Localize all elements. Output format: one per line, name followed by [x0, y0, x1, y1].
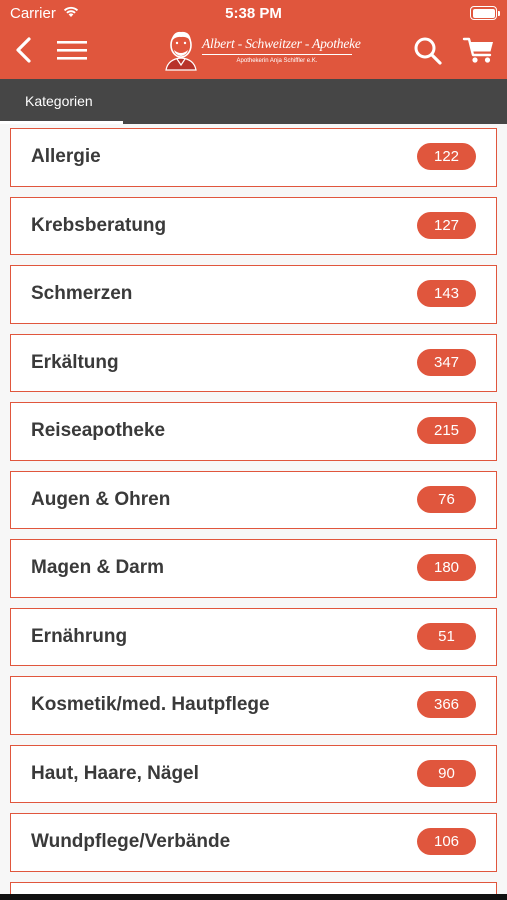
bottom-bar — [0, 894, 507, 900]
back-icon[interactable] — [10, 34, 40, 66]
category-item[interactable]: Haut, Haare, Nägel 90 — [10, 744, 497, 803]
category-count-badge: 366 — [417, 691, 476, 718]
search-icon[interactable] — [412, 35, 444, 67]
category-label: Kosmetik/med. Hautpflege — [31, 694, 270, 716]
tab-bar: Kategorien — [0, 79, 507, 124]
category-count-badge: 76 — [417, 485, 476, 513]
clock: 5:38 PM — [225, 5, 282, 22]
app-header: Carrier 5:38 PM Albert - Schweitzer - Ap… — [0, 0, 507, 79]
logo-title: Albert - Schweitzer - Apotheke — [202, 36, 361, 55]
category-label: Schmerzen — [31, 283, 133, 305]
nav-bar: Albert - Schweitzer - Apotheke Apotheker… — [0, 28, 507, 79]
menu-icon[interactable] — [55, 36, 89, 64]
category-item[interactable]: Augen & Ohren 76 — [10, 470, 497, 529]
category-count-badge: 106 — [417, 828, 476, 855]
tab-kategorien[interactable]: Kategorien — [0, 79, 123, 124]
category-count-badge: 347 — [417, 348, 476, 376]
category-item[interactable]: Schmerzen 143 — [10, 265, 497, 324]
logo-portrait-icon — [165, 31, 197, 71]
category-count-badge: 180 — [417, 554, 476, 581]
category-label: Reiseapotheke — [31, 420, 166, 442]
pharmacy-logo[interactable]: Albert - Schweitzer - Apotheke Apotheker… — [160, 28, 361, 76]
category-label: Allergie — [31, 146, 101, 168]
category-list-inner: Allergie 122 Krebsberatung 127 Schmerzen 143 E… — [0, 124, 507, 900]
category-item[interactable]: Erkältung 347 — [10, 333, 497, 392]
category-item[interactable]: Reiseapotheke 215 — [10, 402, 497, 461]
category-count-badge: 122 — [417, 143, 476, 170]
category-item[interactable]: Kosmetik/med. Hautpflege 366 — [10, 676, 497, 735]
category-label: Magen & Darm — [31, 557, 165, 579]
category-list[interactable]: Allergie 122 Krebsberatung 127 Schmerzen 143 E… — [0, 124, 507, 900]
category-count-badge: 90 — [417, 759, 476, 787]
logo-subtitle: Apothekerin Anja Schiffler e.K. — [236, 58, 318, 64]
category-label: Ernährung — [31, 625, 128, 647]
battery-icon — [470, 6, 500, 20]
category-item[interactable]: Magen & Darm 180 — [10, 539, 497, 598]
category-count-badge: 215 — [417, 417, 476, 444]
category-count-badge: 143 — [417, 280, 476, 307]
category-label: Krebsberatung — [31, 214, 167, 236]
status-bar: Carrier 5:38 PM — [0, 0, 507, 28]
category-label: Erkältung — [31, 351, 119, 373]
cart-icon[interactable] — [462, 34, 496, 66]
category-count-badge: 127 — [417, 211, 476, 239]
category-count-badge: 51 — [417, 622, 476, 650]
category-label: Augen & Ohren — [31, 488, 171, 510]
category-item[interactable]: Krebsberatung 127 — [10, 196, 497, 255]
category-item[interactable]: Wundpflege/Verbände 106 — [10, 813, 497, 872]
category-label: Haut, Haare, Nägel — [31, 762, 199, 784]
category-item[interactable]: Ernährung 51 — [10, 607, 497, 666]
category-item[interactable]: Allergie 122 — [10, 128, 497, 187]
category-label: Wundpflege/Verbände — [31, 831, 231, 853]
